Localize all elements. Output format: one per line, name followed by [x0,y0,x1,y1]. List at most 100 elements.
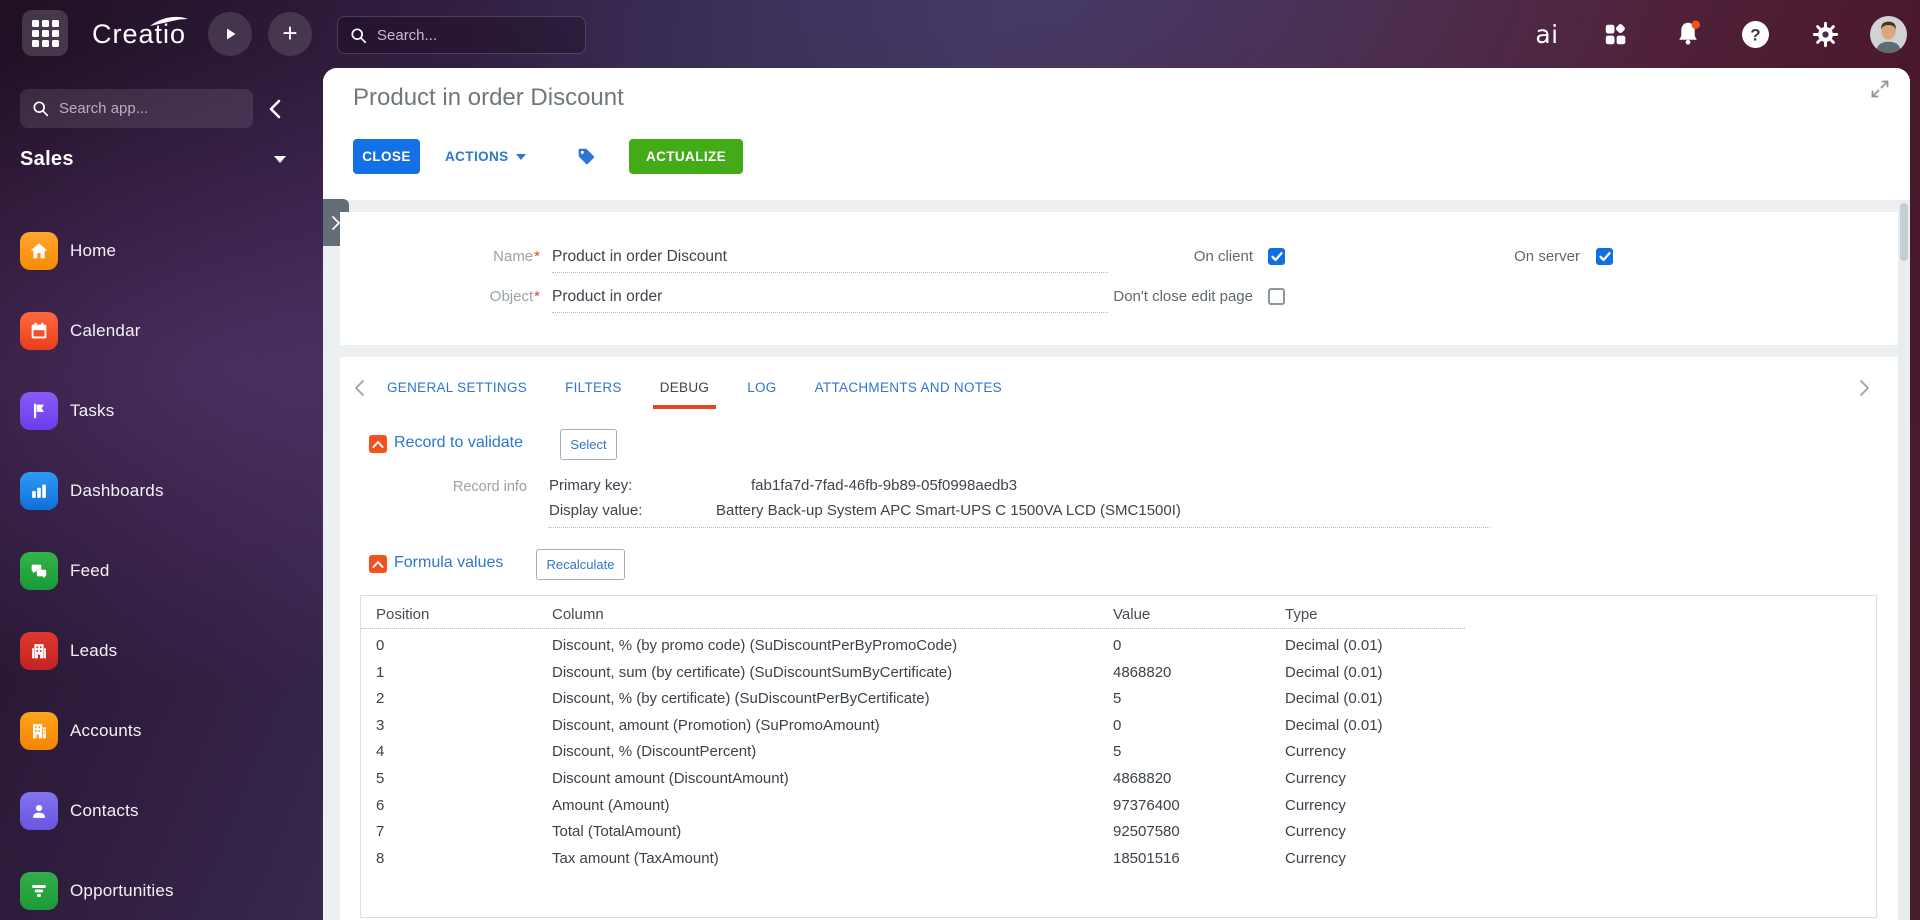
tabs-scroll-right-button[interactable] [1859,379,1879,399]
workspace-caret-icon[interactable] [274,156,286,163]
table-row[interactable]: 4 Discount, % (DiscountPercent) 5 Currency [361,738,1876,765]
on-server-checkbox[interactable] [1596,248,1613,265]
table-cell: 0 [1113,716,1122,734]
chevron-left-icon [269,99,281,119]
sidebar-item-home[interactable]: Home [0,232,323,270]
sidebar-item-label: Leads [70,641,118,660]
formula-section-title: Formula values [394,554,504,571]
caret-down-icon [515,153,526,160]
sidebar-item-tasks[interactable]: Tasks [0,392,323,430]
table-row[interactable]: 5 Discount amount (DiscountAmount) 4868820… [361,765,1876,792]
bar-chart-icon [20,472,58,510]
table-header-divider [361,628,1465,629]
display-value-label: Display value: [549,502,643,519]
sidebar-item-calendar[interactable]: Calendar [0,312,323,350]
tab-debug[interactable]: DEBUG [652,375,716,409]
scrollbar-track[interactable] [1898,200,1910,920]
sidebar-item-opportunities[interactable]: Opportunities [0,872,323,910]
tab-log[interactable]: LOG [747,375,776,401]
table-header-column[interactable]: Column [552,602,604,628]
search-icon [33,101,49,117]
actions-button[interactable]: ACTIONS [439,139,532,174]
tab-filters[interactable]: FILTERS [565,375,622,401]
funnel-icon [20,872,58,910]
sidebar-item-accounts[interactable]: Accounts [0,712,323,750]
tab-attachments-and-notes[interactable]: ATTACHMENTS AND NOTES [815,375,1002,401]
dont-close-label: Don't close edit page [1113,288,1253,305]
workspaces-button[interactable] [1598,0,1632,68]
sidebar-item-leads[interactable]: Leads [0,632,323,670]
app-search[interactable] [20,89,253,128]
table-cell: 1 [376,663,385,681]
formula-values-table: Position Column Value Type 0 Discount, % (by … [360,595,1877,918]
sidebar-collapse-button[interactable] [260,94,290,124]
sidebar-item-label: Feed [70,561,110,580]
sidebar-item-label: Calendar [70,321,141,340]
settings-button[interactable] [1808,0,1842,68]
recalculate-button[interactable]: Recalculate [536,549,625,580]
global-search-input[interactable] [375,25,549,45]
sidebar-item-dashboards[interactable]: Dashboards [0,472,323,510]
table-cell: 18501516 [1113,849,1180,867]
tag-icon [578,148,595,165]
table-row[interactable]: 7 Total (TotalAmount) 92507580 Currency [361,818,1876,845]
table-row[interactable]: 2 Discount, % (by certificate) (SuDiscoun… [361,685,1876,712]
select-record-button[interactable]: Select [560,429,617,460]
app-launcher-button[interactable] [22,10,68,56]
sidebar-item-contacts[interactable]: Contacts [0,792,323,830]
copilot-button[interactable]: ai [1524,0,1570,68]
bell-icon [1679,20,1700,45]
table-cell: 5 [376,770,385,787]
table-row[interactable]: 3 Discount, amount (Promotion) (SuPromoAm… [361,712,1876,739]
on-client-checkbox[interactable] [1268,248,1285,265]
table-cell: Decimal (0.01) [1285,716,1383,734]
main-content: Product in order Discount CLOSE ACTIONS … [323,68,1910,920]
plus-icon: + [282,18,298,48]
tags-button[interactable] [575,146,597,168]
object-field-value[interactable]: Product in order [552,282,1108,313]
workspace-selector[interactable]: Sales [20,144,74,174]
table-row[interactable]: 1 Discount, sum (by certificate) (SuDisco… [361,659,1876,686]
table-cell: 92507580 [1113,823,1180,841]
table-row[interactable]: 0 Discount, % (by promo code) (SuDiscount… [361,632,1876,659]
help-button[interactable]: ? [1738,0,1772,68]
app-search-input[interactable] [57,99,231,118]
collapse-section-button[interactable] [369,435,387,453]
table-header-type[interactable]: Type [1285,602,1318,628]
application-window: Creatio + ai [0,0,1920,920]
name-field-label: Name* [493,248,540,265]
table-cell: Currency [1285,849,1346,867]
sidebar-item-label: Dashboards [70,481,164,500]
sidebar-item-feed[interactable]: Feed [0,552,323,590]
scrollbar-thumb[interactable] [1900,203,1908,261]
dont-close-checkbox[interactable] [1268,288,1285,305]
table-header-value[interactable]: Value [1113,602,1150,628]
table-row[interactable]: 8 Tax amount (TaxAmount) 18501516 Currency [361,845,1876,872]
actualize-button[interactable]: ACTUALIZE [629,139,743,174]
tabs-scroll-left-button[interactable] [354,379,374,399]
table-cell: Tax amount (TaxAmount) [552,849,719,867]
run-process-button[interactable] [208,12,252,56]
notifications-button[interactable] [1670,0,1706,68]
table-header-position[interactable]: Position [376,602,429,628]
person-icon [20,792,58,830]
tab-general-settings[interactable]: GENERAL SETTINGS [387,375,527,401]
table-cell: Decimal (0.01) [1285,663,1383,681]
page-title: Product in order Discount [353,84,624,111]
global-search[interactable] [337,16,586,54]
chevron-right-icon [1860,380,1869,396]
expand-page-button[interactable] [1868,78,1892,102]
collapse-section-button[interactable] [369,555,387,573]
table-row[interactable]: 6 Amount (Amount) 97376400 Currency [361,792,1876,819]
close-button[interactable]: CLOSE [353,139,420,174]
logo-swoosh-icon [150,16,188,26]
name-field-value[interactable]: Product in order Discount [552,242,1108,273]
table-cell: 8 [376,849,385,867]
add-new-button[interactable]: + [268,12,312,56]
expand-icon [1871,80,1889,97]
user-menu-button[interactable] [1868,0,1908,68]
leads-building-icon [20,632,58,670]
required-marker: * [534,248,540,265]
tab-strip: GENERAL SETTINGS FILTERS DEBUG LOG ATTACHMEN… [387,375,1002,409]
table-cell: 7 [376,823,385,841]
